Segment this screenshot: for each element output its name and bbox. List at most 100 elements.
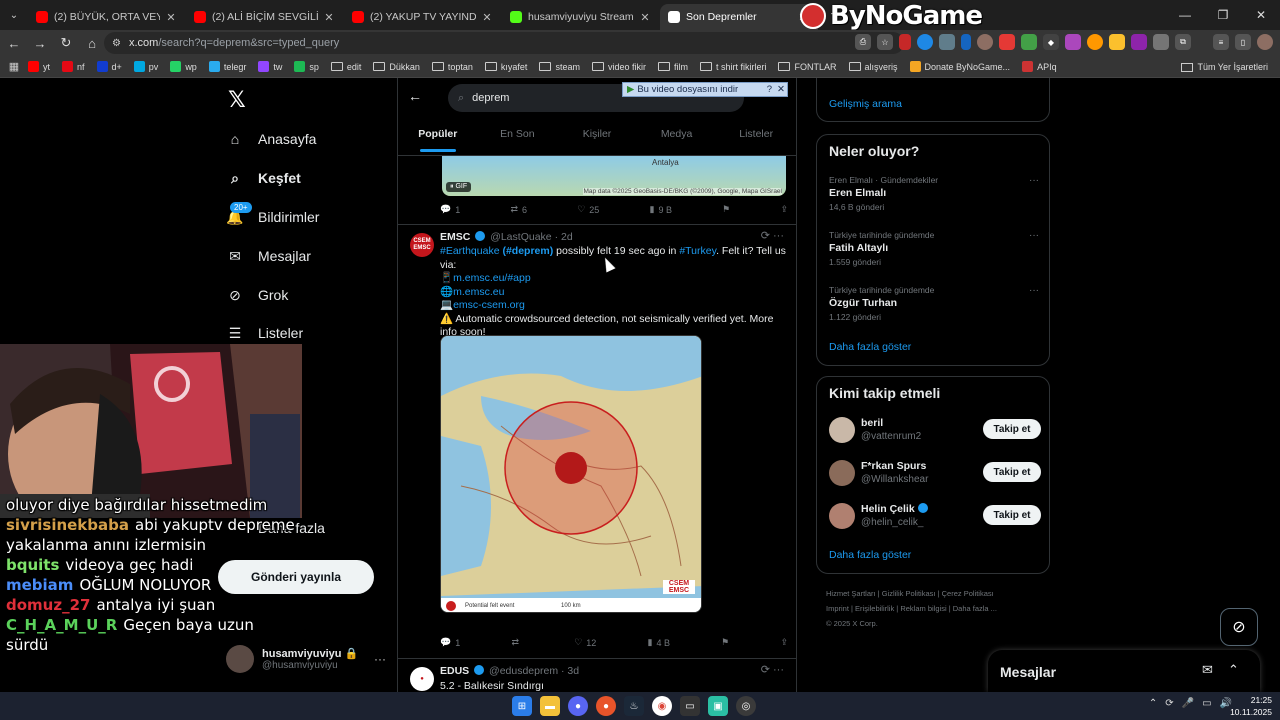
- app-green-icon[interactable]: ▣: [708, 696, 728, 716]
- advanced-search-link[interactable]: Gelişmiş arama: [829, 98, 902, 110]
- search-tab[interactable]: Popüler: [398, 122, 478, 156]
- nav-item[interactable]: ✉ Mesajlar: [226, 241, 311, 271]
- gif-badge[interactable]: ⏸ GIF: [446, 182, 472, 192]
- bookmark-item[interactable]: Dükkan: [373, 62, 420, 72]
- follow-button[interactable]: Takip et: [983, 462, 1041, 482]
- avatar[interactable]: ●: [410, 667, 434, 691]
- follow-suggestion[interactable]: Helin Çelik @helin_celik_ Takip et: [829, 501, 1041, 531]
- bookmark-item[interactable]: t shirt fikirleri: [699, 62, 766, 72]
- obs-icon[interactable]: ●: [596, 696, 616, 716]
- reload-icon[interactable]: ↻: [54, 31, 78, 55]
- home-icon[interactable]: ⌂: [80, 31, 104, 55]
- bookmark-item[interactable]: tw: [258, 61, 282, 72]
- extension-round-icon[interactable]: [977, 34, 993, 50]
- follow-show-more[interactable]: Daha fazla göster: [829, 549, 911, 561]
- nav-item[interactable]: ⌕ Keşfet: [226, 163, 301, 193]
- tweet-time[interactable]: 2d: [561, 231, 573, 243]
- avatar[interactable]: [829, 503, 855, 529]
- footer-link[interactable]: Hizmet Şartları: [826, 589, 876, 598]
- browser-tab[interactable]: husamviyuviyu Stream - Watch ✕: [502, 4, 660, 30]
- follow-suggestion[interactable]: beril @vattenrum2 Takip et: [829, 415, 1041, 445]
- avatar[interactable]: [829, 417, 855, 443]
- trend-more-icon[interactable]: ···: [1029, 230, 1039, 241]
- extension-yellow-icon[interactable]: [1109, 34, 1125, 50]
- like-button[interactable]: ♡ 12: [574, 637, 596, 648]
- tweet-edus[interactable]: ● EDUS @edusdeprem · 3d ⟳ ··· 5.2 - Balı…: [398, 658, 796, 692]
- tweet-author-handle[interactable]: @edusdeprem: [489, 665, 558, 677]
- adblock-icon[interactable]: [899, 34, 911, 50]
- hashtag-deprem[interactable]: (#deprem): [502, 245, 553, 257]
- footer-link[interactable]: Gizlilik Politikası: [882, 589, 936, 598]
- avatar[interactable]: CSEM EMSC: [410, 233, 434, 257]
- follow-button[interactable]: Takip et: [983, 505, 1041, 525]
- expand-icon[interactable]: ⌃: [1228, 662, 1239, 678]
- tweet-map-image[interactable]: Potential felt event 100 km CSEM EMSC: [440, 335, 702, 613]
- trend-more-icon[interactable]: ···: [1029, 285, 1039, 296]
- browser-tab[interactable]: (2) ALİ BİÇİM SEVGİLİSİNDEN A ✕: [186, 4, 344, 30]
- trend-item[interactable]: Türkiye tarihinde gündemde Özgür Turhan 1.…: [829, 285, 1039, 322]
- views-button[interactable]: ▮ 9 B: [650, 204, 672, 215]
- footer-link[interactable]: © 2025 X Corp.: [826, 619, 878, 628]
- sidebar-icon[interactable]: ▯: [1235, 34, 1251, 50]
- bookmark-item[interactable]: kıyafet: [484, 62, 527, 72]
- avatar[interactable]: [829, 460, 855, 486]
- site-info-icon[interactable]: ⚙: [112, 38, 121, 49]
- bookmark-item[interactable]: video fikir: [591, 62, 646, 72]
- reply-button[interactable]: 💬 1: [440, 204, 460, 215]
- repost-button[interactable]: ⇄: [511, 637, 523, 648]
- footer-link[interactable]: Reklam bilgisi: [900, 604, 946, 613]
- browser-tab[interactable]: Son Depremler✕: [660, 4, 818, 30]
- tweet-author-name[interactable]: EDUS: [440, 665, 469, 677]
- search-tab[interactable]: Medya: [637, 122, 717, 156]
- clock[interactable]: 21:25 10.11.2025: [1230, 694, 1272, 718]
- tray-chevron-icon[interactable]: ⌃: [1149, 698, 1157, 709]
- tweet-time[interactable]: 3d: [567, 665, 579, 677]
- screenshot-icon[interactable]: ⎙: [855, 34, 871, 50]
- bookmark-item[interactable]: APIq: [1022, 61, 1057, 72]
- help-icon[interactable]: ?: [764, 84, 775, 95]
- bookmark-item[interactable]: toptan: [431, 62, 473, 72]
- chrome-icon[interactable]: ◉: [652, 696, 672, 716]
- bookmark-star-icon[interactable]: ☆: [877, 34, 893, 50]
- maximize-button[interactable]: ❐: [1204, 0, 1242, 30]
- tweet-more-icon[interactable]: ⟳ ···: [761, 229, 784, 242]
- hashtag-turkey[interactable]: #Turkey: [679, 245, 716, 257]
- bookmark-item[interactable]: alışveriş: [848, 62, 898, 72]
- search-tab[interactable]: En Son: [478, 122, 558, 156]
- extensions-puzzle-icon[interactable]: ⧉: [1175, 34, 1191, 50]
- extension-line-icon[interactable]: [961, 34, 971, 50]
- extension-purple-icon[interactable]: [1065, 34, 1081, 50]
- tray-sync-icon[interactable]: ⟳: [1165, 698, 1173, 709]
- bookmark-item[interactable]: wp: [170, 61, 197, 72]
- trend-item[interactable]: Türkiye tarihinde gündemde Fatih Altaylı 1…: [829, 230, 1039, 267]
- follow-suggestion[interactable]: F*rkan Spurs @Willankshear Takip et: [829, 458, 1041, 488]
- nav-item[interactable]: 🔔 20+ Bildirimler: [226, 202, 319, 232]
- bookmark-item[interactable]: yt: [28, 61, 50, 72]
- minimize-button[interactable]: —: [1166, 0, 1204, 30]
- more-dots-icon[interactable]: ···: [374, 652, 386, 666]
- all-bookmarks[interactable]: Tüm Yer İşaretleri: [1181, 56, 1268, 78]
- new-message-icon[interactable]: ✉: [1202, 662, 1213, 678]
- bookmark-icon[interactable]: ⚑: [722, 204, 730, 215]
- profile-avatar-icon[interactable]: [1257, 34, 1273, 50]
- tweet-link-mobile[interactable]: m.emsc.eu: [453, 286, 504, 298]
- extension-blue-icon[interactable]: [917, 34, 933, 50]
- extension-green-icon[interactable]: [1021, 34, 1037, 50]
- share-icon[interactable]: ⇪: [780, 204, 788, 215]
- tweet-author-handle[interactable]: @LastQuake: [490, 231, 551, 243]
- discord-icon[interactable]: ●: [568, 696, 588, 716]
- tweet-link-site[interactable]: emsc-csem.org: [453, 299, 525, 311]
- bookmark-item[interactable]: telegr: [208, 61, 246, 72]
- browser-tab[interactable]: (2) YAKUP TV YAYINDA EVİ KEB ✕: [344, 4, 502, 30]
- bookmark-item[interactable]: FONTLAR: [778, 62, 837, 72]
- bookmark-item[interactable]: steam: [539, 62, 580, 72]
- tab-close-icon[interactable]: ✕: [164, 11, 178, 24]
- like-button[interactable]: ♡ 25: [577, 204, 599, 215]
- footer-link[interactable]: Daha fazla ...: [953, 604, 997, 613]
- footer-link[interactable]: Erişilebilirlik: [855, 604, 894, 613]
- network-icon[interactable]: ▭: [1202, 698, 1211, 709]
- messages-drawer[interactable]: Mesajlar ✉ ⌃: [988, 650, 1260, 692]
- follow-button[interactable]: Takip et: [983, 419, 1041, 439]
- account-switcher[interactable]: husamviyuviyu 🔒 @husamviyuviyu ···: [226, 642, 396, 676]
- app-round-icon[interactable]: ◎: [736, 696, 756, 716]
